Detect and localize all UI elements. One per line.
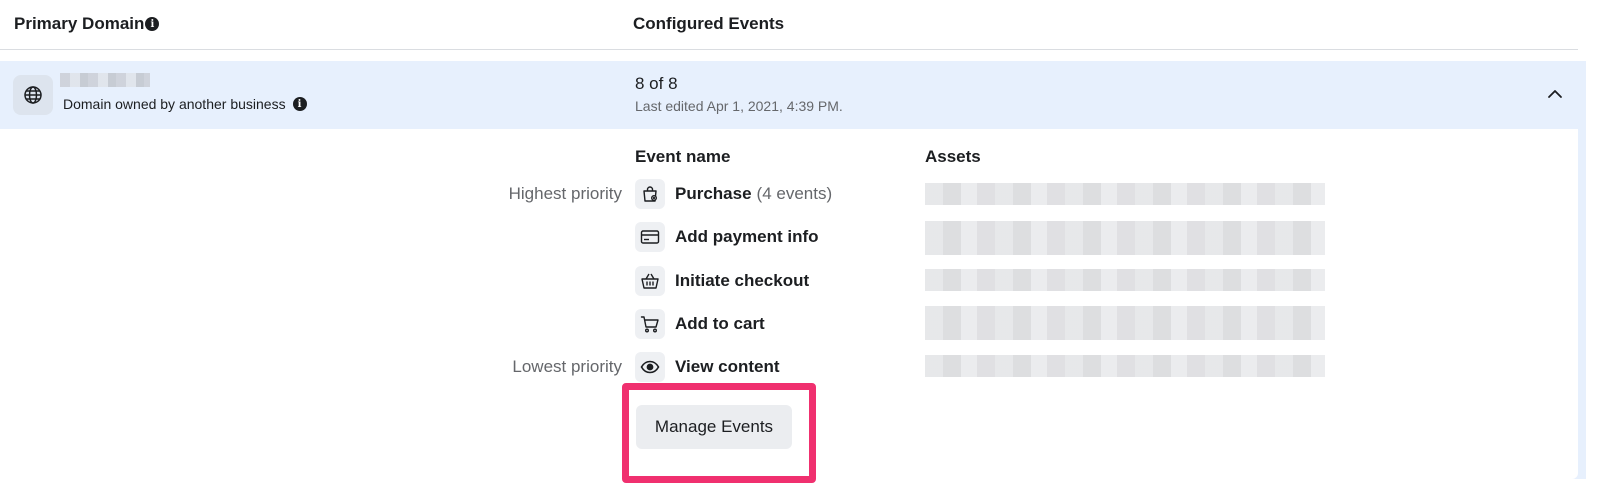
globe-icon: [13, 75, 53, 115]
asset-redacted: [925, 355, 1325, 377]
events-panel-inner: Event name Assets Highest priority Lowes…: [0, 129, 1578, 479]
primary-domain-header: Primary Domain i: [14, 14, 160, 34]
events-count: 8 of 8: [635, 74, 678, 93]
asset-redacted: [925, 306, 1325, 340]
event-name-header: Event name: [635, 147, 731, 166]
asset-redacted: [925, 269, 1325, 291]
table-header: Primary Domain i Configured Events: [0, 0, 1578, 50]
asset-redacted: [925, 183, 1325, 205]
highest-priority-label: Highest priority: [508, 184, 622, 203]
info-icon[interactable]: i: [145, 17, 160, 31]
lowest-priority-label: Lowest priority: [512, 357, 622, 376]
credit-card-icon: [635, 222, 665, 252]
chevron-up-icon[interactable]: [1546, 85, 1564, 103]
event-count: (4 events): [756, 184, 833, 203]
domain-name-redacted: [60, 73, 150, 87]
manage-events-button[interactable]: Manage Events: [636, 405, 792, 449]
event-name: Add payment info: [675, 227, 819, 246]
basket-icon: [635, 266, 665, 296]
event-name: View content: [675, 357, 780, 376]
domain-row[interactable]: Domain owned by another business i 8 of …: [0, 61, 1586, 129]
eye-icon: [635, 352, 665, 382]
last-edited: Last edited Apr 1, 2021, 4:39 PM.: [635, 98, 843, 114]
event-row-initiate-checkout: Initiate checkout: [635, 266, 809, 296]
events-panel: Event name Assets Highest priority Lowes…: [0, 129, 1586, 479]
event-name: Initiate checkout: [675, 271, 810, 290]
asset-redacted: [925, 221, 1325, 255]
assets-header: Assets: [925, 147, 981, 166]
cart-icon: [635, 309, 665, 339]
event-row-add-to-cart: Add to cart: [635, 309, 765, 339]
primary-domain-label: Primary Domain: [14, 14, 145, 33]
domain-owner: Domain owned by another business i: [63, 96, 307, 112]
info-icon[interactable]: i: [292, 97, 307, 111]
event-row-add-payment-info: Add payment info: [635, 222, 819, 252]
configured-events-header: Configured Events: [633, 14, 785, 33]
event-row-view-content: View content: [635, 352, 780, 382]
domain-owner-text: Domain owned by another business: [63, 96, 286, 112]
event-row-purchase: Purchase (4 events): [635, 179, 832, 209]
shopping-bag-icon: [635, 179, 665, 209]
event-name: Add to cart: [675, 314, 765, 333]
event-name: Purchase: [675, 184, 752, 203]
